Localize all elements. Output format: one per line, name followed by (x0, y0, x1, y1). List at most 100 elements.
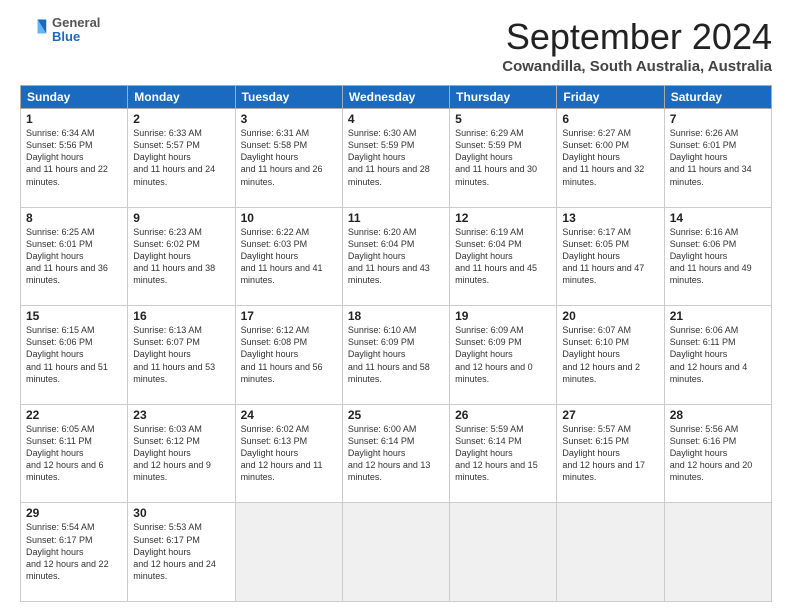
daylight-value: and 11 hours and 36 minutes. (26, 263, 108, 285)
daylight-label: Daylight hours (670, 448, 728, 458)
daylight-value: and 11 hours and 28 minutes. (348, 164, 430, 186)
sunset-label: Sunset: 6:05 PM (562, 239, 629, 249)
sunrise-label: Sunrise: 6:25 AM (26, 227, 95, 237)
sunrise-label: Sunrise: 6:00 AM (348, 424, 417, 434)
calendar-week-1: 1 Sunrise: 6:34 AM Sunset: 5:56 PM Dayli… (21, 109, 772, 208)
sunrise-label: Sunrise: 5:54 AM (26, 522, 95, 532)
sunset-label: Sunset: 6:04 PM (455, 239, 522, 249)
day-number: 15 (26, 309, 122, 323)
daylight-value: and 12 hours and 6 minutes. (26, 460, 104, 482)
sunset-label: Sunset: 6:10 PM (562, 337, 629, 347)
daylight-value: and 11 hours and 51 minutes. (26, 362, 108, 384)
sunrise-label: Sunrise: 6:13 AM (133, 325, 202, 335)
daylight-value: and 12 hours and 17 minutes. (562, 460, 645, 482)
header-saturday: Saturday (664, 86, 771, 109)
daylight-label: Daylight hours (241, 251, 299, 261)
calendar-cell: 25 Sunrise: 6:00 AM Sunset: 6:14 PM Dayl… (342, 404, 449, 503)
calendar-cell: 6 Sunrise: 6:27 AM Sunset: 6:00 PM Dayli… (557, 109, 664, 208)
calendar-cell: 21 Sunrise: 6:06 AM Sunset: 6:11 PM Dayl… (664, 306, 771, 405)
day-info: Sunrise: 6:27 AM Sunset: 6:00 PM Dayligh… (562, 127, 658, 188)
daylight-label: Daylight hours (133, 448, 191, 458)
logo-general: General (52, 16, 100, 30)
daylight-value: and 11 hours and 41 minutes. (241, 263, 323, 285)
daylight-value: and 11 hours and 24 minutes. (133, 164, 215, 186)
day-info: Sunrise: 6:07 AM Sunset: 6:10 PM Dayligh… (562, 324, 658, 385)
daylight-value: and 11 hours and 38 minutes. (133, 263, 215, 285)
sunrise-label: Sunrise: 6:34 AM (26, 128, 95, 138)
day-info: Sunrise: 5:56 AM Sunset: 6:16 PM Dayligh… (670, 423, 766, 484)
calendar-cell: 12 Sunrise: 6:19 AM Sunset: 6:04 PM Dayl… (450, 207, 557, 306)
sunset-label: Sunset: 6:15 PM (562, 436, 629, 446)
day-info: Sunrise: 6:02 AM Sunset: 6:13 PM Dayligh… (241, 423, 337, 484)
header-thursday: Thursday (450, 86, 557, 109)
calendar-cell: 17 Sunrise: 6:12 AM Sunset: 6:08 PM Dayl… (235, 306, 342, 405)
daylight-value: and 11 hours and 43 minutes. (348, 263, 430, 285)
calendar-cell: 11 Sunrise: 6:20 AM Sunset: 6:04 PM Dayl… (342, 207, 449, 306)
daylight-value: and 12 hours and 4 minutes. (670, 362, 748, 384)
daylight-label: Daylight hours (455, 251, 513, 261)
sunrise-label: Sunrise: 5:56 AM (670, 424, 739, 434)
calendar-cell: 23 Sunrise: 6:03 AM Sunset: 6:12 PM Dayl… (128, 404, 235, 503)
daylight-label: Daylight hours (562, 349, 620, 359)
day-info: Sunrise: 6:10 AM Sunset: 6:09 PM Dayligh… (348, 324, 444, 385)
sunrise-label: Sunrise: 6:19 AM (455, 227, 524, 237)
sunset-label: Sunset: 6:14 PM (348, 436, 415, 446)
day-info: Sunrise: 6:34 AM Sunset: 5:56 PM Dayligh… (26, 127, 122, 188)
day-number: 13 (562, 211, 658, 225)
calendar-cell: 2 Sunrise: 6:33 AM Sunset: 5:57 PM Dayli… (128, 109, 235, 208)
sunrise-label: Sunrise: 5:59 AM (455, 424, 524, 434)
sunset-label: Sunset: 6:09 PM (348, 337, 415, 347)
daylight-value: and 11 hours and 32 minutes. (562, 164, 644, 186)
sunrise-label: Sunrise: 6:22 AM (241, 227, 310, 237)
daylight-label: Daylight hours (241, 349, 299, 359)
sunrise-label: Sunrise: 6:23 AM (133, 227, 202, 237)
daylight-label: Daylight hours (26, 547, 84, 557)
weekday-row: Sunday Monday Tuesday Wednesday Thursday… (21, 86, 772, 109)
day-info: Sunrise: 6:12 AM Sunset: 6:08 PM Dayligh… (241, 324, 337, 385)
daylight-value: and 11 hours and 30 minutes. (455, 164, 537, 186)
day-number: 14 (670, 211, 766, 225)
logo-icon (20, 16, 48, 44)
calendar-week-3: 15 Sunrise: 6:15 AM Sunset: 6:06 PM Dayl… (21, 306, 772, 405)
sunrise-label: Sunrise: 6:29 AM (455, 128, 524, 138)
sunset-label: Sunset: 6:09 PM (455, 337, 522, 347)
daylight-label: Daylight hours (562, 448, 620, 458)
sunset-label: Sunset: 6:06 PM (26, 337, 93, 347)
sunset-label: Sunset: 6:13 PM (241, 436, 308, 446)
sunrise-label: Sunrise: 6:31 AM (241, 128, 310, 138)
daylight-label: Daylight hours (348, 349, 406, 359)
daylight-label: Daylight hours (670, 152, 728, 162)
header-friday: Friday (557, 86, 664, 109)
page: General Blue September 2024 Cowandilla, … (0, 0, 792, 612)
sunrise-label: Sunrise: 6:02 AM (241, 424, 310, 434)
sunrise-label: Sunrise: 5:57 AM (562, 424, 631, 434)
daylight-value: and 12 hours and 0 minutes. (455, 362, 533, 384)
sunset-label: Sunset: 6:03 PM (241, 239, 308, 249)
day-info: Sunrise: 6:26 AM Sunset: 6:01 PM Dayligh… (670, 127, 766, 188)
daylight-label: Daylight hours (562, 251, 620, 261)
daylight-value: and 12 hours and 2 minutes. (562, 362, 640, 384)
daylight-label: Daylight hours (348, 152, 406, 162)
sunset-label: Sunset: 6:17 PM (26, 535, 93, 545)
day-number: 6 (562, 112, 658, 126)
daylight-value: and 11 hours and 47 minutes. (562, 263, 644, 285)
calendar-cell: 18 Sunrise: 6:10 AM Sunset: 6:09 PM Dayl… (342, 306, 449, 405)
day-number: 2 (133, 112, 229, 126)
sunset-label: Sunset: 6:02 PM (133, 239, 200, 249)
calendar-cell: 20 Sunrise: 6:07 AM Sunset: 6:10 PM Dayl… (557, 306, 664, 405)
calendar-cell: 22 Sunrise: 6:05 AM Sunset: 6:11 PM Dayl… (21, 404, 128, 503)
day-info: Sunrise: 6:29 AM Sunset: 5:59 PM Dayligh… (455, 127, 551, 188)
daylight-value: and 12 hours and 13 minutes. (348, 460, 431, 482)
sunset-label: Sunset: 5:59 PM (348, 140, 415, 150)
day-info: Sunrise: 6:16 AM Sunset: 6:06 PM Dayligh… (670, 226, 766, 287)
calendar-cell: 16 Sunrise: 6:13 AM Sunset: 6:07 PM Dayl… (128, 306, 235, 405)
calendar-cell: 10 Sunrise: 6:22 AM Sunset: 6:03 PM Dayl… (235, 207, 342, 306)
daylight-value: and 11 hours and 49 minutes. (670, 263, 752, 285)
calendar-cell: 24 Sunrise: 6:02 AM Sunset: 6:13 PM Dayl… (235, 404, 342, 503)
calendar-cell (235, 503, 342, 602)
day-info: Sunrise: 5:53 AM Sunset: 6:17 PM Dayligh… (133, 521, 229, 582)
day-number: 8 (26, 211, 122, 225)
day-info: Sunrise: 5:54 AM Sunset: 6:17 PM Dayligh… (26, 521, 122, 582)
calendar-body: 1 Sunrise: 6:34 AM Sunset: 5:56 PM Dayli… (21, 109, 772, 602)
daylight-value: and 12 hours and 22 minutes. (26, 559, 109, 581)
